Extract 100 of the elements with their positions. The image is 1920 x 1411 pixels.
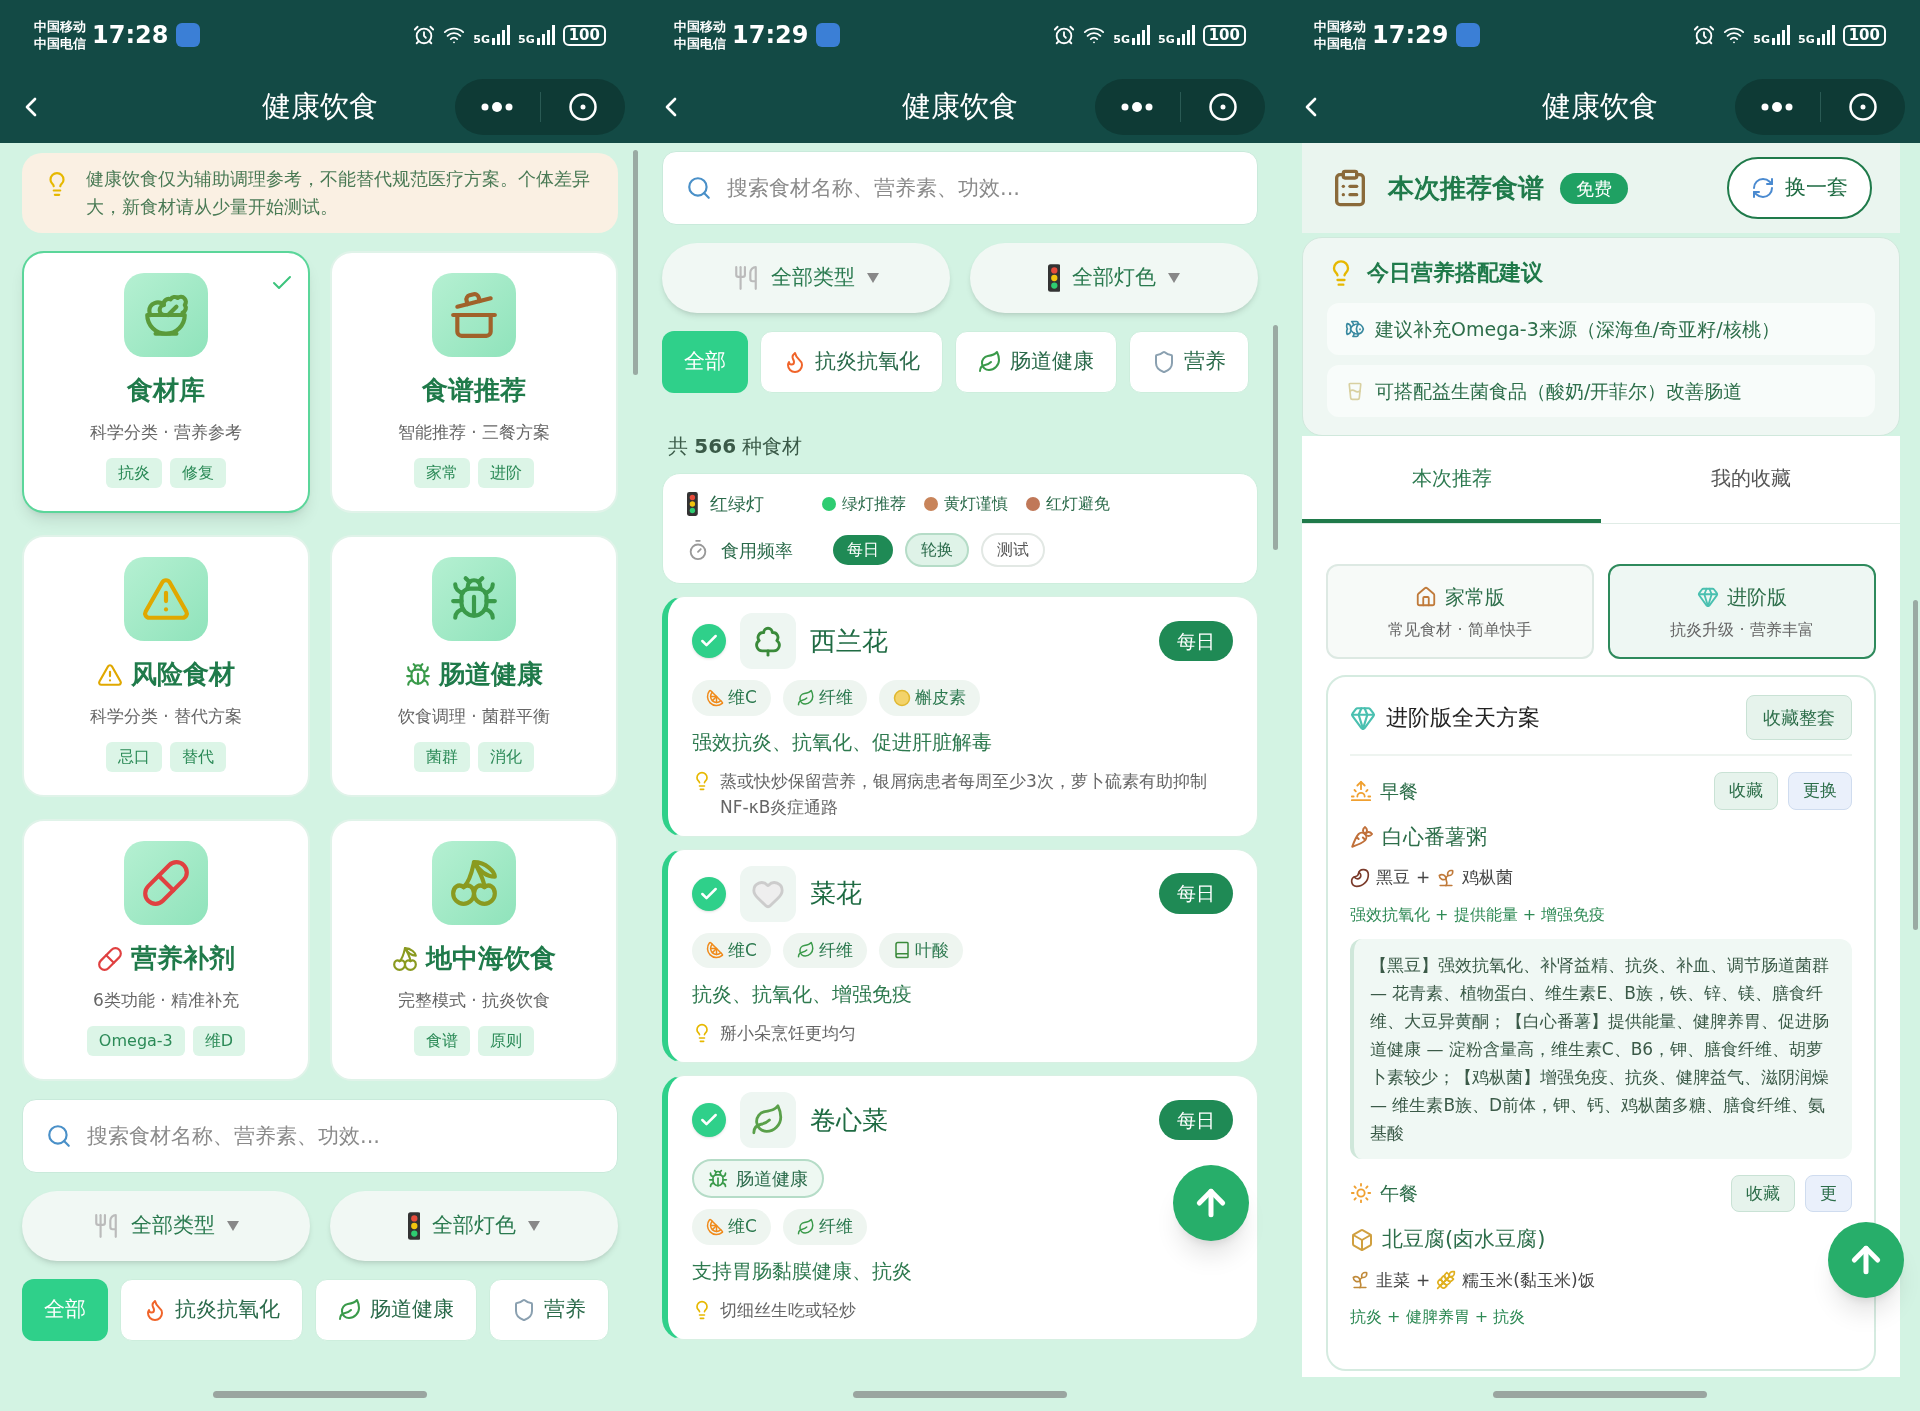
filter-chip[interactable]: 营养 bbox=[1129, 331, 1249, 393]
module-tag: Omega-3 bbox=[86, 1025, 185, 1056]
save-all-button[interactable]: 收藏整套 bbox=[1746, 695, 1852, 740]
refresh-icon bbox=[1751, 176, 1775, 200]
signal-icon bbox=[1816, 25, 1835, 45]
plan-title: 进阶版全天方案 bbox=[1386, 704, 1540, 732]
detail-note: 【黑豆】强效抗氧化、补肾益精、抗炎、补血、调节肠道菌群 — 花青素、植物蛋白、维生素E、B族，铁、锌、镁、膳食纤维、大豆异黄酮；【白心番薯】提供能量、健脾养胃、促进肠道健康 — 淀粉含量高，维生素C、B6，钾、膳食纤维、胡萝卜素较少；【鸡枞菌】增强免疫、抗炎、健脾益气、滋阴润燥 — 维生素B族、D前体，钾、钙、鸡枞菌多糖、膳食纤维、氨基酸 bbox=[1350, 938, 1852, 1159]
legend-item: 绿灯推荐 bbox=[841, 492, 906, 515]
filter-dropdown[interactable]: 全部类型 bbox=[22, 1191, 310, 1261]
shuffle-button[interactable]: 换一套 bbox=[1727, 157, 1872, 219]
citrus-icon bbox=[706, 688, 724, 707]
advice-title: 今日营养搭配建议 bbox=[1367, 259, 1543, 287]
module-title: 食材库 bbox=[127, 374, 205, 407]
book-icon bbox=[892, 941, 911, 960]
module-tag: 替代 bbox=[170, 741, 226, 772]
network-label: 5G bbox=[518, 34, 535, 45]
version-title: 家常版 bbox=[1445, 583, 1505, 611]
notice-text: 健康饮食仅为辅助调理参考，不能替代规范医疗方案。个体差异大，新食材请从少量开始测试。 bbox=[86, 167, 591, 219]
search-field[interactable]: 搜索食材名称、营养素、功效... bbox=[662, 151, 1258, 225]
dish-name: 北豆腐(卤水豆腐) bbox=[1382, 1226, 1546, 1253]
legend-label: 食用频率 bbox=[721, 538, 794, 563]
module-subtitle: 6类功能 · 精准补充 bbox=[93, 989, 239, 1012]
food-card[interactable]: 西兰花 每日 维C 纤维 槲皮素 强效抗炎、抗氧化、促进肝脏解毒 蒸或快炒保留营养，银屑病患者每周至少3次，萝卜硫素有助抑制NF-κB炎症通路 bbox=[662, 596, 1258, 837]
module-tag: 抗炎 bbox=[106, 457, 162, 488]
meal-action-button[interactable]: 收藏 bbox=[1714, 772, 1778, 810]
filter-dropdown[interactable]: 全部类型 bbox=[662, 243, 950, 313]
nutrient-chip: 维C bbox=[692, 1209, 771, 1245]
module-title: 营养补剂 bbox=[131, 942, 235, 975]
food-card[interactable]: 菜花 每日 维C 纤维 叶酸 抗炎、抗氧化、增强免疫 掰小朵烹饪更均匀 bbox=[662, 848, 1258, 1063]
ingredient-name: 韭菜 bbox=[1376, 1268, 1410, 1292]
target-icon bbox=[1847, 91, 1878, 122]
module-card[interactable]: 肠道健康 饮食调理 · 菌群平衡 菌群 消化 bbox=[330, 535, 618, 797]
benefit-text: 强效抗炎、抗氧化、促进肝脏解毒 bbox=[692, 728, 993, 756]
target-icon bbox=[567, 91, 598, 122]
filter-chip[interactable]: 抗炎抗氧化 bbox=[120, 1279, 303, 1341]
sprout-icon bbox=[1350, 1270, 1370, 1291]
advice-text: 建议补充Omega-3来源（深海鱼/奇亚籽/核桃） bbox=[1375, 316, 1780, 342]
pot-icon bbox=[449, 290, 499, 340]
leaf-icon bbox=[796, 941, 815, 960]
battery-indicator: 100 bbox=[1842, 24, 1886, 46]
frequency-tag: 轮换 bbox=[905, 533, 969, 567]
house-icon bbox=[1415, 585, 1437, 608]
caret-icon bbox=[227, 1221, 239, 1231]
module-title: 地中海饮食 bbox=[426, 942, 556, 975]
free-badge: 免费 bbox=[1560, 172, 1628, 204]
alarm-icon bbox=[413, 24, 436, 46]
module-card[interactable]: 食材库 科学分类 · 营养参考 抗炎 修复 bbox=[22, 251, 310, 513]
bug-icon bbox=[708, 1168, 728, 1189]
filter-chip[interactable]: 营养 bbox=[489, 1279, 609, 1341]
app-icon bbox=[816, 23, 841, 47]
tab[interactable]: 本次推荐 bbox=[1302, 436, 1601, 523]
module-tag: 菌群 bbox=[414, 741, 470, 772]
signal-icon bbox=[1176, 25, 1195, 45]
meal-action-button[interactable]: 收藏 bbox=[1731, 1174, 1795, 1212]
module-card[interactable]: 食谱推荐 智能推荐 · 三餐方案 家常 进阶 bbox=[330, 251, 618, 513]
nutrient-chip: 叶酸 bbox=[878, 932, 963, 968]
effects-text: 抗炎 + 健脾养胃 + 抗炎 bbox=[1350, 1306, 1527, 1328]
timer-icon bbox=[687, 539, 709, 561]
version-card[interactable]: 家常版 常见食材 · 简单快手 bbox=[1326, 564, 1594, 659]
module-card[interactable]: 营养补剂 6类功能 · 精准补充 Omega-3 维D bbox=[22, 819, 310, 1081]
filter-chip[interactable]: 肠道健康 bbox=[955, 331, 1117, 393]
utensils-icon bbox=[93, 1213, 119, 1239]
legend-label: 红绿灯 bbox=[709, 492, 765, 516]
sprout-icon bbox=[1436, 867, 1457, 888]
search-field[interactable]: 搜索食材名称、营养素、功效... bbox=[22, 1099, 618, 1173]
module-title: 肠道健康 bbox=[439, 658, 543, 691]
network-label: 5G bbox=[473, 34, 490, 45]
module-card[interactable]: 地中海饮食 完整模式 · 抗炎饮食 食谱 原则 bbox=[330, 819, 618, 1081]
carrier-name: 中国移动 bbox=[674, 18, 726, 35]
app-icon bbox=[1456, 23, 1481, 47]
tab[interactable]: 我的收藏 bbox=[1601, 436, 1900, 523]
citrus-icon bbox=[706, 1217, 724, 1236]
alarm-icon bbox=[1053, 24, 1076, 46]
filter-dropdown[interactable]: 全部灯色 bbox=[330, 1191, 618, 1261]
food-name: 菜花 bbox=[810, 877, 862, 910]
filter-chip[interactable]: 抗炎抗氧化 bbox=[760, 331, 943, 393]
module-tag: 消化 bbox=[478, 741, 534, 772]
module-title: 风险食材 bbox=[131, 658, 235, 691]
meal-action-button[interactable]: 更 bbox=[1805, 1174, 1852, 1212]
module-tag: 维D bbox=[192, 1025, 246, 1056]
food-card[interactable]: 卷心菜 每日 肠道健康 维C 纤维 支持胃肠黏膜健康、抗炎 切细丝生吃或轻炒 bbox=[662, 1075, 1258, 1340]
signal-icon bbox=[492, 25, 510, 45]
meal-action-button[interactable]: 更换 bbox=[1788, 772, 1852, 810]
benefit-text: 支持胃肠黏膜健康、抗炎 bbox=[692, 1257, 913, 1285]
network-label: 5G bbox=[1158, 34, 1175, 45]
filter-chip[interactable]: 肠道健康 bbox=[315, 1279, 477, 1341]
carrier-name: 中国移动 bbox=[34, 18, 86, 35]
version-subtitle: 抗炎升级 · 营养丰富 bbox=[1670, 618, 1814, 641]
module-card[interactable]: 风险食材 科学分类 · 替代方案 忌口 替代 bbox=[22, 535, 310, 797]
filter-dropdown[interactable]: 全部灯色 bbox=[970, 243, 1258, 313]
traffic-light-icon bbox=[687, 491, 698, 516]
legend-item: 黄灯谨慎 bbox=[943, 492, 1008, 515]
frequency-tag: 测试 bbox=[981, 533, 1045, 567]
version-card[interactable]: 进阶版 抗炎升级 · 营养丰富 bbox=[1608, 564, 1876, 659]
caret-icon bbox=[867, 273, 879, 283]
signal-icon bbox=[1132, 25, 1150, 45]
category-tag: 肠道健康 bbox=[692, 1159, 824, 1198]
food-name: 卷心菜 bbox=[810, 1103, 888, 1137]
frequency-tag: 每日 bbox=[833, 535, 893, 565]
carrot-icon bbox=[1350, 825, 1374, 850]
